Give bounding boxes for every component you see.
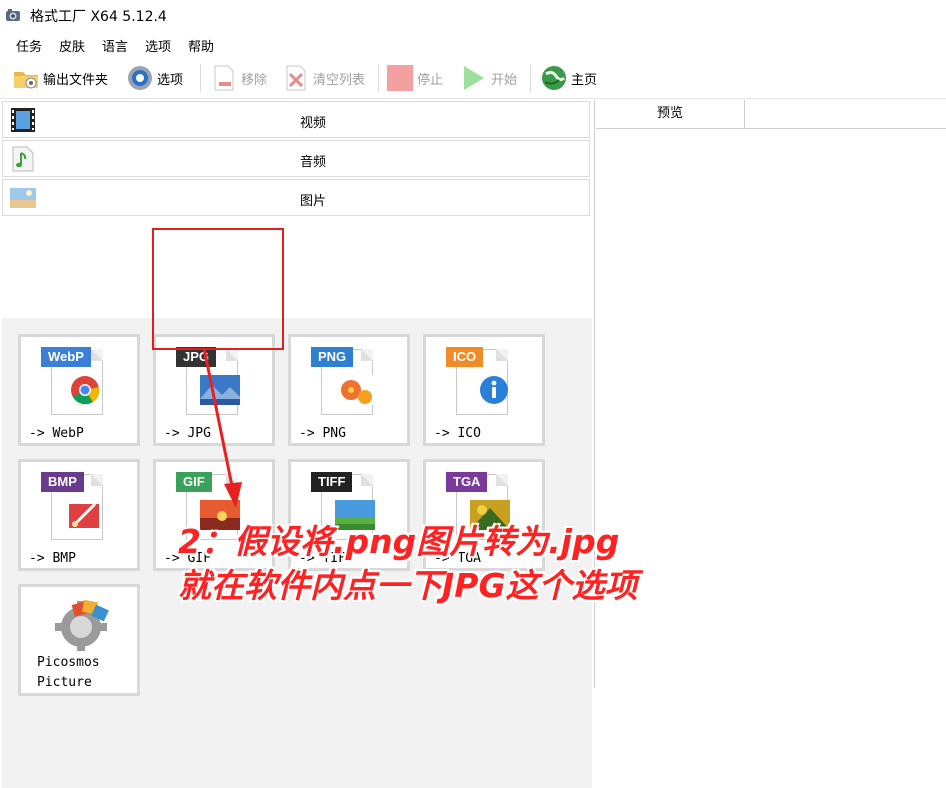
tile-jpg[interactable]: JPG -> JPG xyxy=(153,334,275,446)
tile-png-label: -> PNG xyxy=(299,426,346,441)
tile-webp[interactable]: WebP -> WebP xyxy=(18,334,140,446)
annotation-line2: 就在软件内点一下JPG这个选项 xyxy=(178,566,638,605)
output-folder-button[interactable]: 输出文件夹 xyxy=(12,62,108,94)
chrome-icon xyxy=(71,376,100,405)
folder-icon xyxy=(14,72,38,89)
tile-bmp-label: -> BMP xyxy=(29,551,76,566)
stop-label: 停止 xyxy=(417,72,444,88)
gif-badge: GIF xyxy=(176,472,212,492)
start-button[interactable]: 开始 xyxy=(460,62,517,94)
category-video-label: 视频 xyxy=(299,116,326,131)
remove-document-icon xyxy=(214,65,234,91)
png-badge: PNG xyxy=(311,347,354,367)
picosmos-label-line1: Picosmos xyxy=(37,655,100,670)
category-image-label: 图片 xyxy=(299,194,326,209)
bmp-badge: BMP xyxy=(41,472,84,492)
preview-column-header[interactable]: 预览 xyxy=(596,100,745,128)
jpg-highlight-box xyxy=(152,228,284,350)
globe-icon xyxy=(542,66,566,90)
ico-badge: ICO xyxy=(446,347,484,367)
tile-png[interactable]: PNG -> PNG xyxy=(288,334,410,446)
picosmos-gear-icon xyxy=(55,599,109,651)
menu-help[interactable]: 帮助 xyxy=(188,36,214,55)
menu-bar: 任务 皮肤 语言 选项 帮助 xyxy=(0,32,946,56)
toolbar-separator xyxy=(530,64,531,92)
info-icon xyxy=(480,376,508,404)
clear-list-label: 清空列表 xyxy=(313,72,366,88)
options-label: 选项 xyxy=(157,72,184,88)
webp-badge: WebP xyxy=(41,347,91,367)
gear-icon xyxy=(128,66,152,90)
annotation-line1: 2：假设将.png图片转为.jpg xyxy=(178,522,620,561)
jpg-badge: JPG xyxy=(176,347,217,367)
play-icon xyxy=(464,66,484,90)
category-image[interactable]: 图片 xyxy=(2,179,590,216)
tile-webp-label: -> WebP xyxy=(29,426,84,441)
menu-language[interactable]: 语言 xyxy=(102,36,128,55)
remove-label: 移除 xyxy=(241,72,268,88)
tga-badge: TGA xyxy=(446,472,488,492)
tile-ico[interactable]: ICO -> ICO xyxy=(423,334,545,446)
title-bar: 格式工厂 X64 5.12.4 xyxy=(0,0,946,32)
tile-ico-label: -> ICO xyxy=(434,426,481,441)
category-audio-label: 音频 xyxy=(299,155,326,170)
toolbar-separator xyxy=(378,64,379,92)
stop-icon xyxy=(387,65,413,91)
flower-icon xyxy=(335,375,375,405)
stop-button[interactable]: 停止 xyxy=(386,62,443,94)
tiff-badge: TIFF xyxy=(311,472,353,492)
app-icon xyxy=(6,9,20,21)
mountain-photo-icon xyxy=(200,375,240,405)
tile-picosmos[interactable]: Picosmos Picture xyxy=(18,584,140,696)
options-button[interactable]: 选项 xyxy=(126,62,183,94)
tile-bmp[interactable]: BMP -> BMP xyxy=(18,459,140,571)
window-title: 格式工厂 X64 5.12.4 xyxy=(30,9,167,25)
preview-header: 预览 xyxy=(596,100,946,129)
menu-skin[interactable]: 皮肤 xyxy=(59,36,85,55)
start-label: 开始 xyxy=(491,72,518,88)
menu-options[interactable]: 选项 xyxy=(145,36,171,55)
menu-task[interactable]: 任务 xyxy=(16,36,42,55)
output-folder-label: 输出文件夹 xyxy=(43,72,109,88)
tile-jpg-label: -> JPG xyxy=(164,426,211,441)
clear-list-icon xyxy=(286,65,306,91)
home-label: 主页 xyxy=(571,72,598,88)
toolbar: 输出文件夹 选项 移除 清空列表 停止 开始 主页 xyxy=(0,58,946,99)
toolbar-separator xyxy=(200,64,201,92)
paint-brush-icon xyxy=(69,502,99,528)
annotation-text: 2：假设将.png图片转为.jpg 就在软件内点一下JPG这个选项 xyxy=(178,520,738,608)
category-video[interactable]: 视频 xyxy=(2,101,590,138)
remove-button[interactable]: 移除 xyxy=(210,62,267,94)
clear-list-button[interactable]: 清空列表 xyxy=(282,62,365,94)
home-button[interactable]: 主页 xyxy=(540,62,597,94)
category-audio[interactable]: 音频 xyxy=(2,140,590,177)
